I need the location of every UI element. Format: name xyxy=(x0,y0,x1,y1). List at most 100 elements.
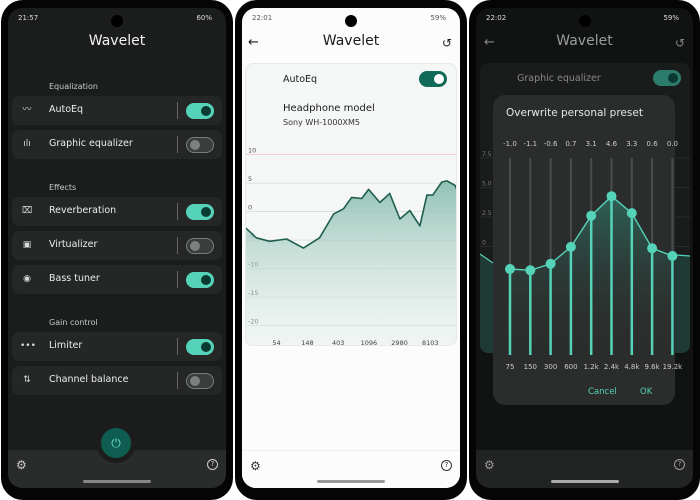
band-value-label: 3.1 xyxy=(586,140,597,148)
row-autoeq[interactable]: 〰 AutoEq xyxy=(12,96,222,125)
band-frequency-label: 600 xyxy=(564,363,577,371)
slider-handle[interactable] xyxy=(545,258,556,269)
row-limiter[interactable]: ••• Limiter xyxy=(12,332,222,361)
response-area xyxy=(246,180,456,345)
phone-main-screen: 21:57 60% Wavelet Equalization 〰 AutoEq ı… xyxy=(1,0,233,500)
row-reverberation[interactable]: ⌧ Reverberation xyxy=(12,197,222,226)
slider-handle[interactable] xyxy=(626,208,637,219)
home-indicator xyxy=(83,480,151,483)
app-title: Wavelet xyxy=(322,33,380,49)
row-channel-balance[interactable]: ⇅ Channel balance xyxy=(12,366,222,395)
band-value-label: 4.6 xyxy=(606,140,618,148)
band-value-label: 0.0 xyxy=(667,140,678,148)
virtualizer-toggle[interactable] xyxy=(186,237,214,254)
band-frequency-label: 150 xyxy=(524,363,537,371)
slider-handle[interactable] xyxy=(505,264,515,274)
power-button[interactable]: ⏻ xyxy=(101,428,131,458)
divider xyxy=(177,271,178,288)
autoeq-toggle[interactable] xyxy=(186,102,214,119)
band-frequency-label: 19.2k xyxy=(663,363,684,371)
band-frequency-label: 300 xyxy=(544,363,557,371)
slider-handle[interactable] xyxy=(606,191,617,202)
divider xyxy=(177,338,178,355)
main-screen: 21:57 60% Wavelet Equalization 〰 AutoEq ı… xyxy=(8,8,226,488)
gear-icon[interactable]: ⚙ xyxy=(484,458,495,472)
row-virtualizer[interactable]: ▣ Virtualizer xyxy=(12,231,222,260)
autoeq-screen: 22:01 59% ← Wavelet ↺ AutoEq Headphone m… xyxy=(242,8,460,488)
divider xyxy=(177,372,178,389)
slider-handle[interactable] xyxy=(586,210,597,221)
camera-cutout xyxy=(111,15,123,27)
status-battery: 59% xyxy=(430,14,446,22)
help-icon[interactable]: ? xyxy=(441,460,452,471)
home-indicator xyxy=(317,480,385,483)
bottom-bar: ⚙ ? xyxy=(242,450,460,488)
slider-handle[interactable] xyxy=(525,265,536,276)
speaker-icon: ◉ xyxy=(23,274,31,284)
row-label: AutoEq xyxy=(49,104,84,115)
overwrite-preset-dialog: Overwrite personal preset -1.0 75 -1.1 150-… xyxy=(493,95,683,405)
phone-autoeq-screen: 22:01 59% ← Wavelet ↺ AutoEq Headphone m… xyxy=(235,0,467,500)
graphic-eq-sliders-chart[interactable]: -1.0 75 -1.1 150 -0.6 300 0.7 600 3.1 1.2k 4.6 2.4k… xyxy=(493,95,683,405)
status-battery: 60% xyxy=(196,14,212,22)
graphic-equalizer-toggle[interactable] xyxy=(186,136,214,153)
x-tick-label: 2980 xyxy=(391,339,408,346)
gear-icon[interactable]: ⚙ xyxy=(16,458,27,472)
phone-graphic-eq-screen: 22:02 59% ← Wavelet ↺ Graphic equalizer … xyxy=(469,0,700,500)
camera-cutout xyxy=(345,15,357,27)
surround-icon: ▣ xyxy=(22,240,32,250)
y-tick-label: 5.0 xyxy=(482,181,492,188)
row-bass-tuner[interactable]: ◉ Bass tuner xyxy=(12,265,222,294)
row-label: Graphic equalizer xyxy=(49,138,133,149)
row-label: Limiter xyxy=(49,340,83,351)
slider-handle[interactable] xyxy=(667,251,678,261)
autoeq-frequency-response-chart: 1050-5-10-15-2054148403109629808103 xyxy=(246,147,456,346)
power-icon: ⏻ xyxy=(111,436,121,450)
y-tick-label: 5 xyxy=(248,175,252,183)
y-tick-label: 0 xyxy=(482,240,486,247)
cancel-button[interactable]: Cancel xyxy=(588,387,617,397)
reverberation-toggle[interactable] xyxy=(186,203,214,220)
limiter-toggle[interactable] xyxy=(186,338,214,355)
graphic-eq-screen: 22:02 59% ← Wavelet ↺ Graphic equalizer … xyxy=(476,8,693,488)
x-tick-label: 8103 xyxy=(422,339,439,346)
band-value-label: 0.6 xyxy=(647,140,659,148)
row-label: Reverberation xyxy=(49,205,117,216)
band-frequency-label: 1.2k xyxy=(584,363,600,371)
app-title: Wavelet xyxy=(556,33,613,49)
y-tick-label: 2.5 xyxy=(482,210,492,217)
status-battery: 59% xyxy=(663,14,679,22)
divider xyxy=(177,237,178,254)
reset-icon[interactable]: ↺ xyxy=(442,36,452,50)
y-tick-label: 0 xyxy=(248,204,252,212)
status-time: 22:01 xyxy=(252,14,273,22)
y-tick-label: 10 xyxy=(248,147,256,155)
channel-balance-toggle[interactable] xyxy=(186,372,214,389)
divider xyxy=(177,136,178,153)
autoeq-card: AutoEq Headphone model Sony WH-1000XM5 1… xyxy=(245,63,457,346)
reset-icon[interactable]: ↺ xyxy=(675,36,685,50)
help-icon[interactable]: ? xyxy=(674,459,685,470)
dots-line-icon: ••• xyxy=(20,341,36,351)
slider-handle[interactable] xyxy=(647,243,658,254)
band-value-label: -1.1 xyxy=(523,140,537,148)
gear-icon[interactable]: ⚙ xyxy=(250,459,261,473)
x-tick-label: 54 xyxy=(272,339,280,346)
y-tick-label: 7.5 xyxy=(482,151,492,158)
waveform-icon: ılı xyxy=(23,139,31,149)
row-label: Virtualizer xyxy=(49,239,98,250)
status-time: 22:02 xyxy=(486,14,507,22)
band-frequency-label: 9.6k xyxy=(645,363,661,371)
reverb-icon: ⌧ xyxy=(21,206,33,216)
slider-handle[interactable] xyxy=(565,241,576,252)
ok-button[interactable]: OK xyxy=(640,387,652,397)
bass-tuner-toggle[interactable] xyxy=(186,271,214,288)
section-header: Gain control xyxy=(49,318,98,327)
app-title: Wavelet xyxy=(88,33,146,49)
x-tick-label: 148 xyxy=(301,339,313,346)
band-value-label: 3.3 xyxy=(626,140,637,148)
row-graphic-equalizer[interactable]: ılı Graphic equalizer xyxy=(12,130,222,159)
band-frequency-label: 75 xyxy=(506,363,515,371)
help-icon[interactable]: ? xyxy=(207,459,218,470)
x-tick-label: 1096 xyxy=(361,339,378,346)
